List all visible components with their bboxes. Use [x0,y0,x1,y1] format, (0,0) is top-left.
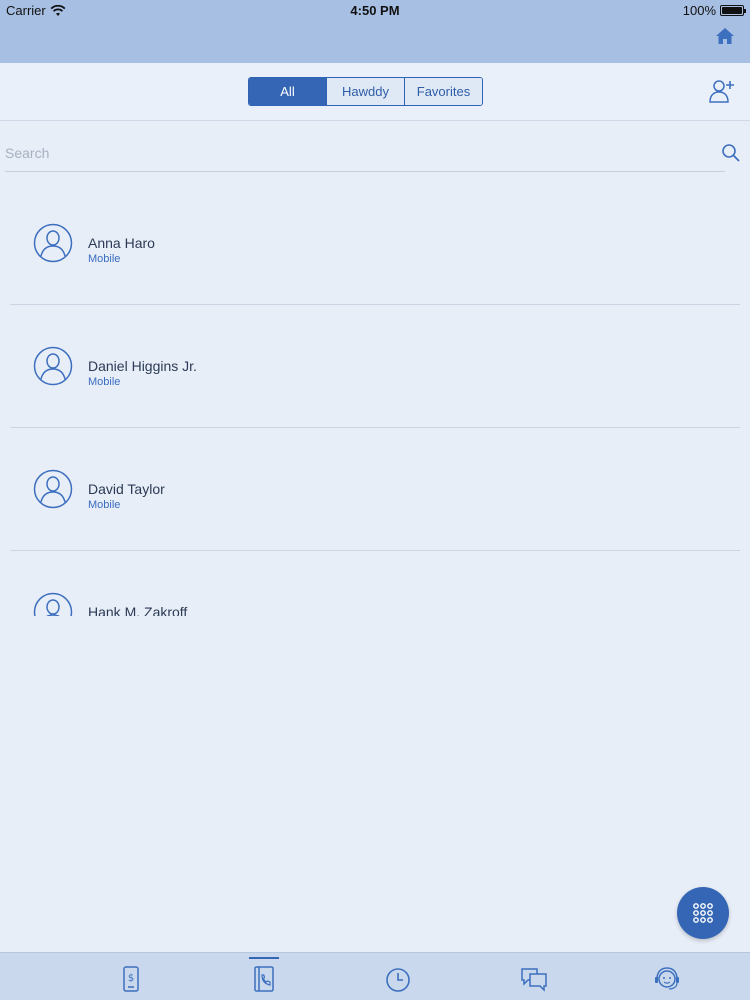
bottom-tab-bar: $ [0,952,750,1000]
tab-billing[interactable]: $ [101,953,161,1000]
contacts-book-icon [254,966,274,992]
search-input[interactable] [5,134,725,172]
contact-row[interactable]: David Taylor Mobile [10,428,740,551]
contact-list: Anna Haro Mobile Daniel Higgins Jr. Mobi… [0,182,750,616]
contact-phone-type: Mobile [88,499,121,511]
contact-phone-type: Mobile [88,253,121,265]
contact-row[interactable]: Daniel Higgins Jr. Mobile [10,305,740,428]
battery-indicator: 100% [682,3,746,18]
mobile-billing-icon: $ [123,966,139,992]
battery-label: 100% [682,3,716,18]
contact-avatar-icon [33,469,73,509]
filter-tab-favorites[interactable]: Favorites [404,78,482,105]
svg-text:$: $ [128,973,134,984]
messages-icon [521,968,547,992]
recents-clock-icon [386,968,410,992]
battery-icon [720,5,746,16]
navigation-bar [0,20,750,63]
search-bar [5,134,745,172]
contact-row[interactable]: Anna Haro Mobile [10,182,740,305]
contact-avatar-icon [33,592,73,616]
tab-recents[interactable] [368,953,428,1000]
filter-tab-hawddy[interactable]: Hawddy [326,78,404,105]
support-agent-icon [655,967,679,990]
contact-avatar-icon [33,223,73,263]
tab-messages[interactable] [503,953,563,1000]
contact-name: Anna Haro [88,235,155,251]
tab-contacts[interactable] [234,953,294,1000]
contact-name: Daniel Higgins Jr. [88,358,197,374]
contact-row[interactable]: Hank M. Zakroff [10,551,740,616]
status-bar: Carrier 4:50 PM 100% [0,0,750,20]
contact-name: Hank M. Zakroff [88,604,188,616]
contact-name: David Taylor [88,481,165,497]
contact-phone-type: Mobile [88,376,121,388]
clock: 4:50 PM [350,3,400,18]
contact-avatar-icon [33,346,73,386]
contact-filter-control: All Hawddy Favorites [248,77,483,106]
dialpad-icon [693,903,713,923]
filter-tab-all[interactable]: All [249,78,326,105]
home-icon[interactable] [714,26,736,46]
contacts-toolbar: All Hawddy Favorites [0,63,750,121]
add-contact-icon[interactable] [708,77,736,105]
search-icon[interactable] [721,143,741,163]
tab-support[interactable] [636,953,696,1000]
dialpad-button[interactable] [677,887,729,939]
